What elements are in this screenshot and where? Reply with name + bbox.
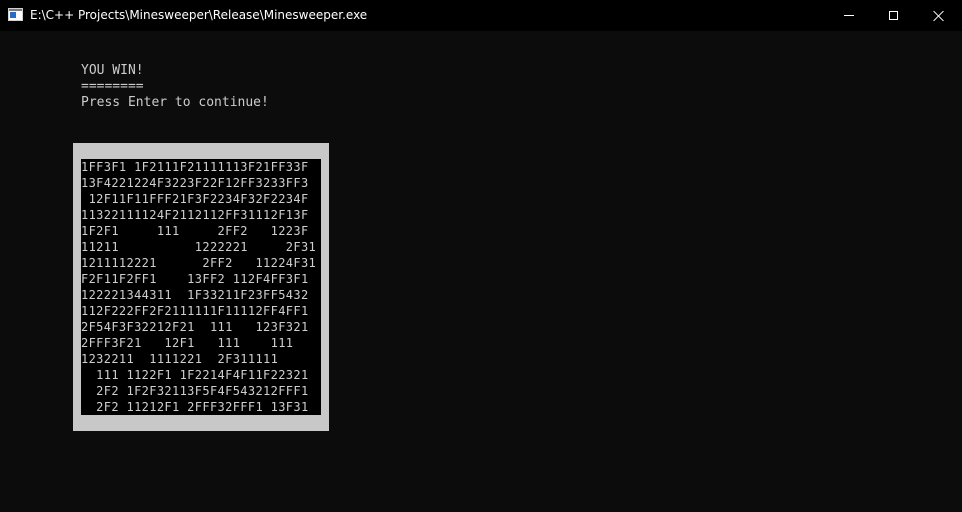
maximize-button[interactable] [870, 0, 916, 31]
board-row: 2F54F3F32212F21 111 123F321 [81, 320, 309, 334]
win-message: YOU WIN! [81, 63, 144, 78]
board-frame: 1FF3F1 1F2111F21111113F21FF33F 13F422122… [73, 143, 329, 431]
board-row: 13F4221224F3223F22F12FF3233FF3 [81, 176, 309, 190]
close-button[interactable] [916, 0, 962, 31]
board-row: 1211112221 2FF2 11224F31 [81, 256, 317, 270]
win-underline: ======== [81, 79, 144, 94]
title-bar[interactable]: E:\C++ Projects\Minesweeper\Release\Mine… [0, 0, 962, 31]
board-row: F2F11F2FF1 13FF2 112F4FF3F1 [81, 272, 309, 286]
board-row: 11322111124F2112112FF31112F13F [81, 208, 309, 222]
minimize-icon [844, 15, 854, 16]
board-row: 1232211 1111221 2F311111 [81, 352, 279, 366]
minimize-button[interactable] [826, 0, 872, 31]
console-app-icon[interactable] [8, 8, 23, 21]
close-icon [933, 10, 945, 22]
board-row: 122221344311 1F33211F23FF5432 [81, 288, 309, 302]
continue-prompt: Press Enter to continue! [81, 95, 269, 110]
board-row: 112F222FF2F2111111F11112FF4FF1 [81, 304, 309, 318]
window-title: E:\C++ Projects\Minesweeper\Release\Mine… [30, 8, 368, 22]
board-row: 12F11F11FFF21F3F2234F32F2234F [81, 192, 309, 206]
board-row: 1F2F1 111 2FF2 1223F [81, 224, 309, 238]
board-row: 2F2 11212F1 2FFF32FFF1 13F31 [81, 400, 309, 414]
console-window: E:\C++ Projects\Minesweeper\Release\Mine… [0, 0, 962, 512]
board-row: 2F2 1F2F32113F5F4F543212FFF1 [81, 384, 309, 398]
maximize-icon [888, 11, 898, 20]
console-output[interactable]: YOU WIN! ======== Press Enter to continu… [0, 31, 962, 512]
board-row: 111 1122F1 1F2214F4F11F22321 [81, 368, 309, 382]
board-row: 2FFF3F21 12F1 111 111 [81, 336, 294, 350]
board-row: 1FF3F1 1F2111F21111113F21FF33F [81, 160, 309, 174]
board-row: 11211 1222221 2F31 [81, 240, 317, 254]
minesweeper-board: 1FF3F1 1F2111F21111113F21FF33F 13F422122… [81, 159, 321, 415]
